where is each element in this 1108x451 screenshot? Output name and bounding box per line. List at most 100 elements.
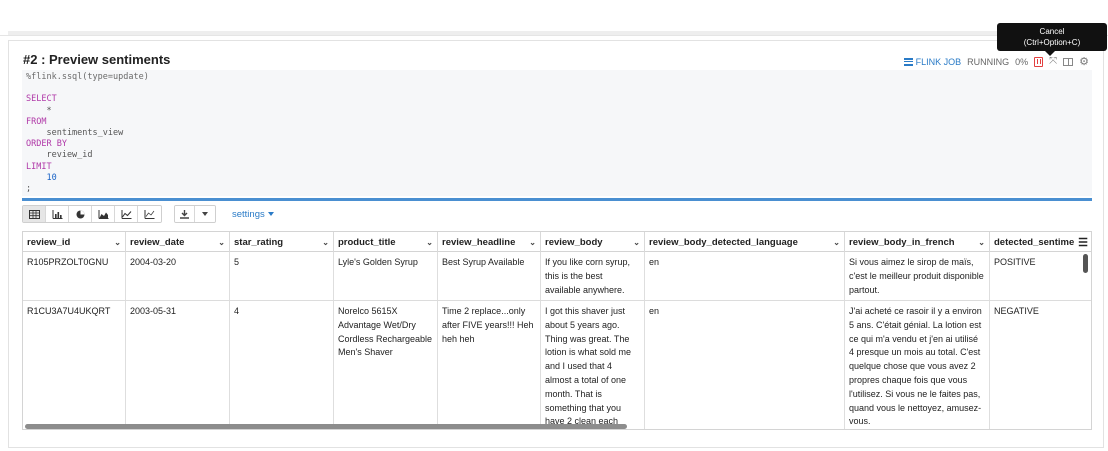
area-chart-icon	[98, 209, 108, 219]
table-icon	[28, 209, 40, 219]
settings-label: settings	[232, 208, 265, 220]
cancel-tooltip: Cancel (Ctrl+Option+C)	[997, 23, 1107, 56]
visualization-buttons	[22, 205, 162, 223]
vertical-scrollbar[interactable]	[1083, 254, 1088, 273]
table-header: review_id ⌄ review_date ⌄ star_rating ⌄ produc…	[23, 232, 1091, 252]
code-line: %flink.ssql(type=update)	[26, 72, 149, 82]
table-cell-star-rating: 4	[230, 301, 334, 429]
table-cell-product-title: Lyle's Golden Syrup	[334, 252, 438, 300]
table-view-button[interactable]	[23, 206, 46, 222]
table-cell-review-body-in-french: Si vous aimez le sirop de maïs, c'est le…	[845, 252, 990, 300]
code-line: FROM	[26, 116, 47, 127]
table-cell-detected-sentime: POSITIVE	[990, 252, 1091, 300]
table-cell-review-body-detected-language: en	[645, 301, 845, 429]
column-header[interactable]: review_body ⌄	[541, 232, 645, 252]
paragraph-status-bar: FLINK JOB RUNNING 0% ⤧ ⚙	[903, 55, 1089, 69]
area-chart-view-button[interactable]	[92, 206, 115, 222]
column-header-label: review_id	[27, 236, 71, 248]
chevron-down-icon[interactable]: ⌄	[114, 238, 121, 247]
chevron-down-icon[interactable]: ⌄	[529, 238, 536, 247]
settings-dropdown[interactable]: settings	[232, 209, 274, 220]
code-editor[interactable]: %flink.ssql(type=update) SELECT * FROM sen…	[22, 70, 1092, 196]
code-line: LIMIT	[26, 161, 52, 172]
column-header-label: review_body_in_french	[849, 236, 955, 248]
chevron-down-icon[interactable]: ⌄	[978, 238, 985, 247]
bar-chart-icon	[52, 209, 62, 219]
column-header[interactable]: review_id ⌄	[23, 232, 126, 252]
table-cell-product-title: Norelco 5615X Advantage Wet/Dry Cordless…	[334, 301, 438, 429]
table-row[interactable]: R105PRZOLT0GNU 2004-03-20 5 Lyle's Golden S…	[23, 252, 1091, 301]
column-header[interactable]: review_body_in_french ⌄	[845, 232, 990, 252]
column-header[interactable]: detected_sentime ☰	[990, 232, 1091, 252]
table-cell-review-id: R105PRZOLT0GNU	[23, 252, 126, 300]
table-row[interactable]: R1CU3A7U4UKQRT 2003-05-31 4 Norelco 5615X A…	[23, 301, 1091, 429]
column-header-label: review_date	[130, 236, 185, 248]
chevron-down-icon	[267, 212, 274, 216]
flink-job-link[interactable]: FLINK JOB	[903, 57, 962, 67]
table-cell-review-body: If you like corn syrup, this is the best…	[541, 252, 645, 300]
column-header[interactable]: product_title ⌄	[334, 232, 438, 252]
chevron-down-icon[interactable]: ⌄	[218, 238, 225, 247]
table-cell-review-body-in-french: J'ai acheté ce rasoir il y a environ 5 a…	[845, 301, 990, 429]
table-cell-review-headline: Time 2 replace...only after FIVE years!!…	[438, 301, 541, 429]
cancel-icon[interactable]	[1034, 57, 1044, 67]
table-cell-review-headline: Best Syrup Available	[438, 252, 541, 300]
column-header-label: review_headline	[442, 236, 516, 248]
column-header[interactable]: review_headline ⌄	[438, 232, 541, 252]
column-header-label: review_body_detected_language	[649, 236, 798, 248]
code-line: review_id	[26, 150, 93, 161]
download-button[interactable]	[175, 206, 195, 222]
chevron-down-icon[interactable]: ⌄	[633, 238, 640, 247]
download-buttons	[174, 205, 216, 223]
chevron-down-icon[interactable]: ⌄	[833, 238, 840, 247]
column-header[interactable]: review_date ⌄	[126, 232, 230, 252]
table-cell-review-date: 2004-03-20	[126, 252, 230, 300]
code-line: *	[26, 105, 52, 116]
code-line: SELECT	[26, 94, 57, 105]
results-table: review_id ⌄ review_date ⌄ star_rating ⌄ produc…	[22, 231, 1092, 430]
pie-chart-view-button[interactable]	[69, 206, 92, 222]
scatter-chart-view-button[interactable]	[138, 206, 161, 222]
code-line: ;	[26, 183, 32, 194]
table-cell-review-date: 2003-05-31	[126, 301, 230, 429]
column-header-label: detected_sentime	[994, 236, 1075, 248]
table-cell-review-id: R1CU3A7U4UKQRT	[23, 301, 126, 429]
job-state: RUNNING	[967, 57, 1010, 67]
download-icon	[180, 209, 189, 219]
download-options-button[interactable]	[195, 206, 215, 222]
scatter-chart-icon	[144, 209, 155, 219]
expand-icon[interactable]: ⤧	[1049, 57, 1057, 67]
book-icon[interactable]	[1063, 58, 1074, 66]
column-header-label: review_body	[545, 236, 603, 248]
job-progress: 0%	[1015, 57, 1029, 67]
code-line: ORDER BY	[26, 139, 67, 150]
chevron-down-icon[interactable]: ⌄	[426, 238, 433, 247]
tooltip-title: Cancel	[1039, 27, 1065, 36]
paragraph-title[interactable]: #2 : Preview sentiments	[23, 52, 170, 67]
flink-job-label: FLINK JOB	[915, 57, 962, 67]
table-cell-star-rating: 5	[230, 252, 334, 300]
paragraph-divider	[8, 31, 1100, 35]
table-cell-review-body-detected-language: en	[645, 252, 845, 300]
horizontal-scrollbar[interactable]	[25, 424, 627, 429]
tooltip-shortcut: (Ctrl+Option+C)	[1023, 38, 1081, 47]
column-header[interactable]: star_rating ⌄	[230, 232, 334, 252]
column-header-label: star_rating	[234, 236, 284, 248]
column-header-label: product_title	[338, 236, 396, 248]
line-chart-view-button[interactable]	[115, 206, 138, 222]
bar-chart-view-button[interactable]	[46, 206, 69, 222]
table-body: R105PRZOLT0GNU 2004-03-20 5 Lyle's Golden S…	[23, 252, 1091, 429]
pie-chart-icon	[76, 210, 84, 218]
column-header[interactable]: review_body_detected_language ⌄	[645, 232, 845, 252]
previous-paragraph	[0, 0, 1108, 36]
code-line: sentiments_view	[26, 127, 124, 138]
chevron-down-icon[interactable]: ⌄	[322, 238, 329, 247]
line-chart-icon	[121, 209, 131, 219]
flink-job-icon	[903, 58, 913, 66]
chevron-down-icon	[202, 212, 208, 216]
editor-result-divider	[22, 198, 1092, 201]
column-menu-icon[interactable]: ☰	[1078, 236, 1088, 249]
gear-icon[interactable]: ⚙	[1079, 57, 1089, 68]
table-cell-detected-sentime: NEGATIVE	[990, 301, 1091, 429]
